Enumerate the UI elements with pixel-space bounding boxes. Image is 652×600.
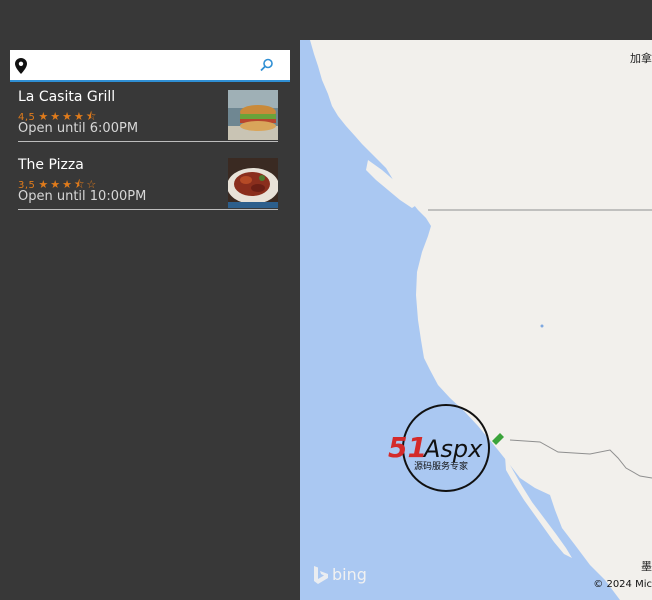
land-area <box>310 40 652 600</box>
map-label: 墨 <box>641 560 652 573</box>
lake <box>540 324 544 328</box>
list-item[interactable]: The Pizza 3,5 ★★★⯪☆ Open until 10:00PM <box>18 157 278 210</box>
search-bar <box>10 50 290 82</box>
search-input[interactable] <box>36 53 260 79</box>
svg-text:Aspx: Aspx <box>422 435 483 463</box>
opening-hours: Open until 10:00PM <box>18 189 147 204</box>
place-thumbnail <box>228 90 278 140</box>
results-list: La Casita Grill 4,5 ★★★★⯪ Open until 6:00… <box>18 89 278 225</box>
svg-text:源码服务专家: 源码服务专家 <box>414 460 468 472</box>
map-copyright: © 2024 Mic <box>593 579 652 590</box>
bing-text: bing <box>332 565 367 584</box>
bing-icon <box>314 566 328 584</box>
watermark-logo: 51 Aspx 源码服务专家 <box>388 403 512 493</box>
place-name: The Pizza <box>18 157 84 173</box>
map-label: 加拿 <box>630 52 652 65</box>
search-icon[interactable] <box>260 58 274 72</box>
place-thumbnail <box>228 158 278 208</box>
map-pin-icon <box>15 58 27 74</box>
map-view[interactable]: 加拿 墨 bing © 2024 Mic <box>300 40 652 600</box>
place-name: La Casita Grill <box>18 89 116 105</box>
opening-hours: Open until 6:00PM <box>18 121 139 136</box>
map-canvas <box>310 40 652 600</box>
list-item[interactable]: La Casita Grill 4,5 ★★★★⯪ Open until 6:00… <box>18 89 278 142</box>
svg-text:51: 51 <box>388 431 427 464</box>
